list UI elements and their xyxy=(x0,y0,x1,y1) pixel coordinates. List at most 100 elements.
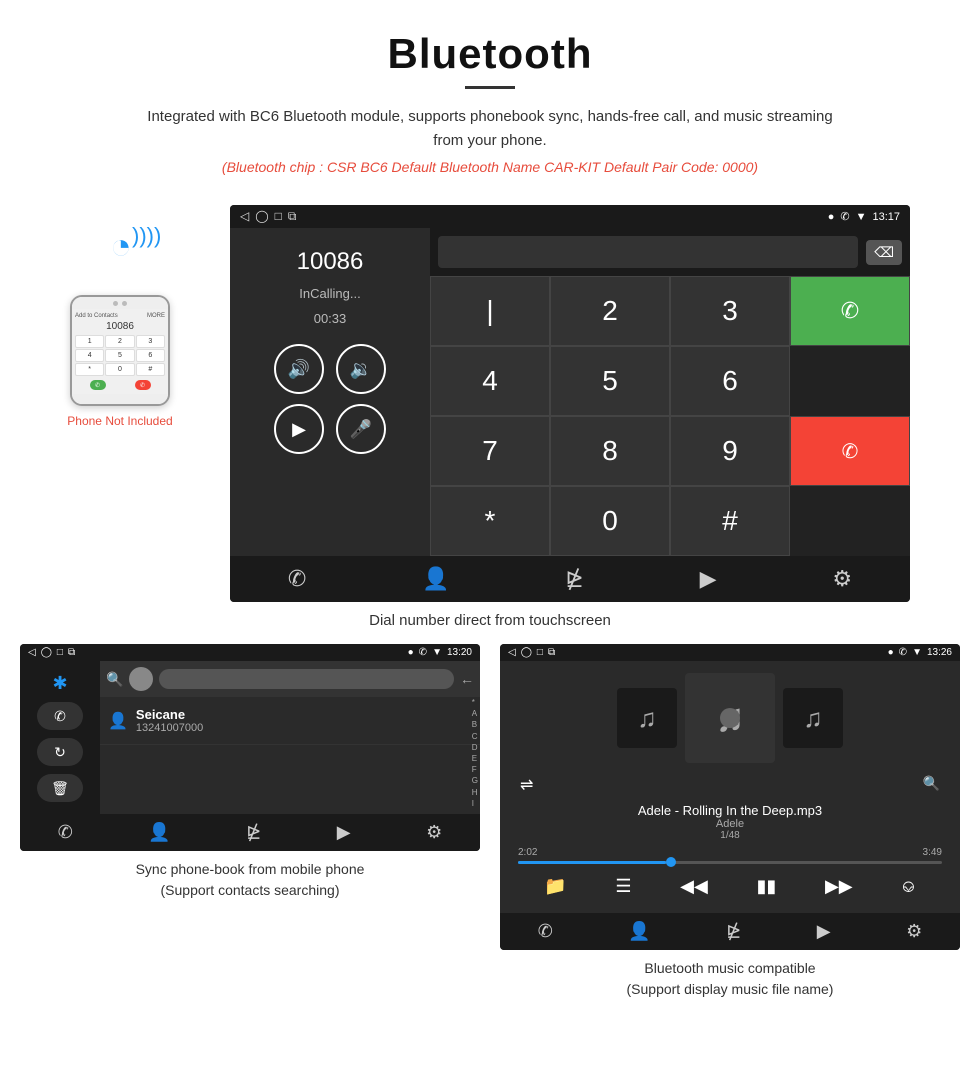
pb-navbar-person-icon[interactable]: 👤 xyxy=(148,822,170,843)
navbar-contacts-icon[interactable]: 👤 xyxy=(422,566,449,592)
pb-delete-button[interactable]: 🗑 xyxy=(37,774,83,802)
call-text-field[interactable] xyxy=(438,236,858,268)
phone-hangup-button[interactable]: ✆ xyxy=(135,380,151,390)
pb-search-dot xyxy=(129,667,153,691)
music-caption: Bluetooth music compatible (Support disp… xyxy=(500,950,960,1008)
transfer-button[interactable]: ▶ xyxy=(274,404,324,454)
navbar-call-icon[interactable]: ✆ xyxy=(288,566,306,592)
call-info-panel: 10086 InCalling... 00:33 🔊 🔉 ▶ xyxy=(230,228,430,556)
call-screen-body: 10086 InCalling... 00:33 🔊 🔉 ▶ xyxy=(230,228,910,556)
phone-key-hash[interactable]: # xyxy=(136,363,165,376)
music-folder-icon[interactable]: 📁 xyxy=(544,876,566,897)
music-statusbar: ◁ ◯ □ ⧉ ● ✆ ▼ 13:26 xyxy=(500,644,960,661)
music-navbar-person-icon[interactable]: 👤 xyxy=(628,921,650,942)
music-current-time: 2:02 xyxy=(518,847,537,858)
navbar-dialpad-icon[interactable]: ⋭ xyxy=(565,566,583,592)
music-equalizer-icon[interactable]: ⎉ xyxy=(901,876,915,897)
music-prev-icon[interactable]: ◀◀ xyxy=(680,876,708,897)
music-album-small-right: ♫ xyxy=(783,688,843,748)
phone-key-3[interactable]: 3 xyxy=(136,335,165,348)
music-navbar-settings-icon[interactable]: ⚙ xyxy=(906,921,922,942)
music-navbar-call-icon[interactable]: ✆ xyxy=(538,921,553,942)
phone-key-1[interactable]: 1 xyxy=(75,335,104,348)
dial-key-0[interactable]: 0 xyxy=(550,486,670,556)
music-progress-area: 2:02 3:49 xyxy=(510,847,950,864)
pb-contact-info: Seicane 13241007000 xyxy=(136,707,203,734)
clock-display: 13:17 xyxy=(872,211,900,223)
home-icon: ◯ xyxy=(255,209,268,224)
dial-key-9[interactable]: 9 xyxy=(670,416,790,486)
call-answer-button[interactable]: ✆ xyxy=(790,276,910,346)
phone-key-4[interactable]: 4 xyxy=(75,349,104,362)
pb-wifi-icon: ▼ xyxy=(432,647,442,658)
pb-search-input[interactable] xyxy=(159,669,454,689)
navbar-transfer-icon[interactable]: ▶ xyxy=(700,566,717,592)
pb-contact-item[interactable]: 👤 Seicane 13241007000 xyxy=(100,697,480,745)
pb-navbar-settings-icon[interactable]: ⚙ xyxy=(426,822,442,843)
music-shuffle-icon[interactable]: ⇌ xyxy=(520,775,533,795)
pb-contact-number: 13241007000 xyxy=(136,722,203,734)
phone-key-0[interactable]: 0 xyxy=(105,363,134,376)
dial-key-star[interactable]: * xyxy=(430,486,550,556)
pb-alpha-h: H xyxy=(472,787,478,798)
pb-call-icon: ✆ xyxy=(54,708,66,725)
music-album-area: ♫ ♫ ♫ xyxy=(617,673,843,763)
phone-not-included-label: Phone Not Included xyxy=(67,414,172,428)
dial-key-2[interactable]: 2 xyxy=(550,276,670,346)
music-play-pause-icon[interactable]: ▮▮ xyxy=(756,876,776,897)
pb-time-display: 13:20 xyxy=(447,647,472,658)
pb-alphabet-column: * A B C D E F G H I xyxy=(472,697,478,809)
dial-key-5[interactable]: 5 xyxy=(550,346,670,416)
call-hangup-button[interactable]: ✆ xyxy=(790,416,910,486)
screenshot-icon: ⧉ xyxy=(288,209,297,224)
phone-call-button[interactable]: ✆ xyxy=(90,380,106,390)
mic-button[interactable]: 🎤 xyxy=(336,404,386,454)
pb-navbar-call-icon[interactable]: ✆ xyxy=(58,822,73,843)
pb-refresh-button[interactable]: ↻ xyxy=(37,738,83,766)
dial-key-8[interactable]: 8 xyxy=(550,416,670,486)
pb-call-button[interactable]: ✆ xyxy=(37,702,83,730)
dial-key-1[interactable]: | xyxy=(430,276,550,346)
volume-down-button[interactable]: 🔉 xyxy=(336,344,386,394)
phone-action-buttons: ✆ ✆ xyxy=(75,380,165,390)
delete-icon: ⌫ xyxy=(874,244,894,261)
delete-button[interactable]: ⌫ xyxy=(866,240,902,265)
music-info: Adele - Rolling In the Deep.mp3 Adele 1/… xyxy=(638,803,822,841)
mic-icon: 🎤 xyxy=(350,419,372,440)
dial-key-hash[interactable]: # xyxy=(670,486,790,556)
music-screenshot-icon: ⧉ xyxy=(548,647,555,658)
volume-down-icon: 🔉 xyxy=(350,359,372,380)
navbar-settings-icon[interactable]: ⚙ xyxy=(832,566,852,592)
music-search-icon[interactable]: 🔍 xyxy=(923,775,940,795)
phone-key-2[interactable]: 2 xyxy=(105,335,134,348)
pb-navbar-grid-icon[interactable]: ⋭ xyxy=(246,822,261,843)
dialpad-grid: | 2 3 ✆ 4 5 6 7 8 9 * 0 # xyxy=(430,276,910,556)
dial-key-4[interactable]: 4 xyxy=(430,346,550,416)
pb-back-icon: ◁ xyxy=(28,647,36,658)
music-progress-bar[interactable] xyxy=(518,861,942,864)
pb-search-row: 🔍 ← xyxy=(100,661,480,697)
dial-key-3[interactable]: 3 xyxy=(670,276,790,346)
main-caption: Dial number direct from touchscreen xyxy=(0,602,980,644)
volume-up-button[interactable]: 🔊 xyxy=(274,344,324,394)
pb-alpha-f: F xyxy=(472,764,478,775)
music-album-dot xyxy=(720,708,740,728)
phone-key-6[interactable]: 6 xyxy=(136,349,165,362)
music-back-icon: ◁ xyxy=(508,647,516,658)
phone-key-star[interactable]: * xyxy=(75,363,104,376)
title-divider xyxy=(465,86,515,89)
pb-navbar-transfer-icon[interactable]: ▶ xyxy=(337,822,351,843)
pb-search-icon: 🔍 xyxy=(106,671,123,688)
dial-key-7[interactable]: 7 xyxy=(430,416,550,486)
bluetooth-waves-icon: )))) xyxy=(132,223,161,249)
music-playlist-icon[interactable]: ☰ xyxy=(615,876,631,897)
pb-backspace-icon[interactable]: ← xyxy=(460,671,474,687)
dial-key-6[interactable]: 6 xyxy=(670,346,790,416)
music-navbar-transfer-icon[interactable]: ▶ xyxy=(817,921,831,942)
phone-key-5[interactable]: 5 xyxy=(105,349,134,362)
statusbar-nav-icons: ◁ ◯ □ ⧉ xyxy=(240,209,297,224)
pb-refresh-icon: ↻ xyxy=(54,744,66,761)
music-next-icon[interactable]: ▶▶ xyxy=(825,876,853,897)
music-navbar-grid-icon[interactable]: ⋭ xyxy=(726,921,741,942)
music-song-title: Adele - Rolling In the Deep.mp3 xyxy=(638,803,822,818)
